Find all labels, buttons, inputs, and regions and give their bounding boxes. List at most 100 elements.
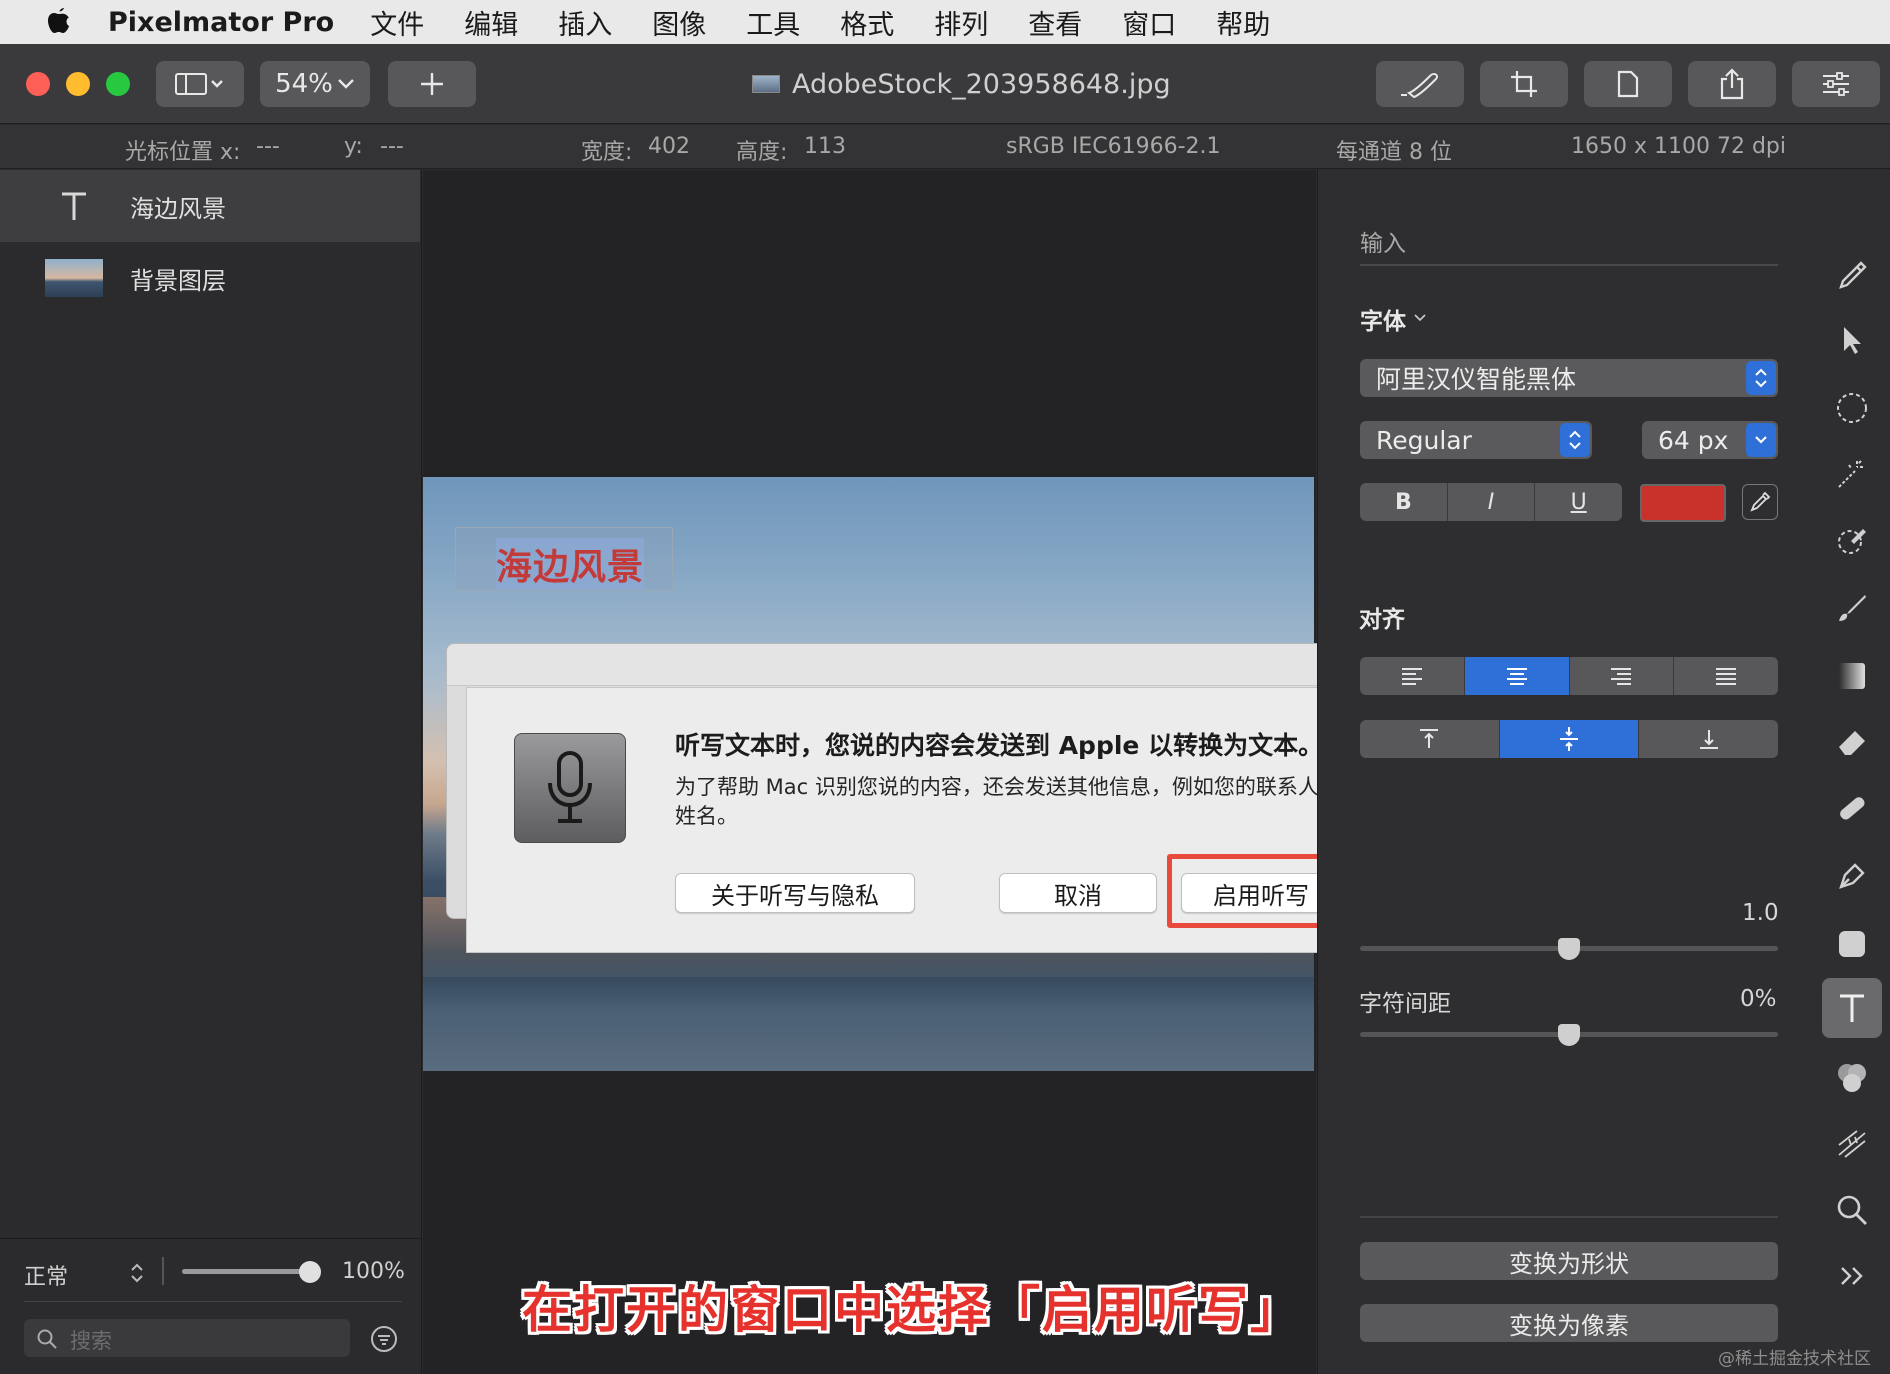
zoom-level: 54%: [275, 69, 333, 99]
zoom-window-button[interactable]: [106, 72, 130, 96]
font-size-field[interactable]: 64 px: [1642, 421, 1778, 459]
menu-bar: Pixelmator Pro 文件 编辑 插入 图像 工具 格式 排列 查看 窗…: [0, 0, 1890, 44]
search-icon: [37, 1329, 57, 1349]
document-icon: [1617, 70, 1639, 98]
horizontal-align-segmented: [1360, 657, 1778, 695]
justify-button[interactable]: [1674, 657, 1778, 695]
font-style-value: Regular: [1376, 425, 1472, 455]
paint-selection-tool-button[interactable]: [1832, 520, 1872, 560]
filter-icon[interactable]: [370, 1325, 398, 1353]
zoom-tool-button[interactable]: [1832, 1190, 1872, 1230]
close-window-button[interactable]: [26, 72, 50, 96]
distort-tool-button[interactable]: [1832, 1124, 1872, 1164]
menu-image[interactable]: 图像: [652, 3, 706, 42]
pen-tool-button[interactable]: [1832, 856, 1872, 896]
menu-arrange[interactable]: 排列: [934, 3, 988, 42]
layer-item-background[interactable]: 背景图层: [0, 242, 420, 314]
add-button[interactable]: [388, 61, 476, 107]
magnifier-icon: [1837, 1195, 1867, 1225]
selection-tool-button[interactable]: [1832, 388, 1872, 428]
text-layer-bounding-box[interactable]: 海边风景: [455, 527, 673, 591]
menu-window[interactable]: 窗口: [1122, 3, 1176, 42]
bandage-icon: [1840, 797, 1865, 820]
eraser-tool-button[interactable]: [1832, 722, 1872, 762]
zoom-popup-button[interactable]: 54%: [260, 61, 370, 107]
arrange-tool-button[interactable]: [1832, 320, 1872, 360]
italic-button[interactable]: I: [1448, 483, 1536, 521]
document-title: AdobeStock_203958648.jpg: [752, 66, 1171, 102]
text-style-segmented: B I U: [1360, 483, 1622, 521]
blend-mode-popup[interactable]: 正常: [24, 1259, 68, 1291]
image-dimensions: 1650 x 1100 72 dpi: [1571, 134, 1787, 159]
search-placeholder: 搜索: [70, 1329, 112, 1353]
color-circles-icon: [1838, 1064, 1866, 1092]
shape-tool-button[interactable]: [1832, 924, 1872, 964]
align-right-button[interactable]: [1570, 657, 1675, 695]
minimize-window-button[interactable]: [66, 72, 90, 96]
sidebar-icon: [175, 73, 223, 95]
menu-edit[interactable]: 编辑: [464, 3, 518, 42]
height-value: 113: [804, 134, 846, 159]
share-button[interactable]: [1688, 61, 1776, 107]
align-center-button[interactable]: [1464, 657, 1570, 695]
crop-button[interactable]: [1480, 61, 1568, 107]
updown-chevron-icon[interactable]: [130, 1261, 144, 1285]
sidebar-toggle-button[interactable]: [156, 61, 244, 107]
cursor-y-label: y:: [344, 134, 363, 159]
app-name-menu[interactable]: Pixelmator Pro: [108, 7, 334, 38]
eyedropper-button[interactable]: [1742, 484, 1778, 520]
chevron-down-icon: [1746, 423, 1776, 457]
watermark: @稀土掘金技术社区: [1718, 1349, 1871, 1369]
align-top-button[interactable]: [1360, 720, 1500, 758]
line-spacing-slider-knob[interactable]: [1558, 938, 1580, 960]
font-family-popup[interactable]: 阿里汉仪智能黑体: [1360, 359, 1778, 397]
align-bottom-icon: [1699, 730, 1718, 749]
cancel-button[interactable]: 取消: [999, 873, 1157, 913]
text-layer-icon: [44, 190, 104, 222]
align-left-button[interactable]: [1360, 657, 1465, 695]
type-tool-button[interactable]: [1822, 978, 1882, 1038]
height-label: 高度:: [736, 140, 788, 165]
more-tools-button[interactable]: [1832, 1256, 1872, 1296]
paint-tool-button[interactable]: [1376, 61, 1464, 107]
about-dictation-privacy-button[interactable]: 关于听写与隐私: [675, 873, 915, 913]
adjustments-button[interactable]: [1792, 61, 1880, 107]
menu-file[interactable]: 文件: [370, 3, 424, 42]
text-inspector: 输入 字体: [1317, 170, 1813, 1374]
bold-button[interactable]: B: [1360, 483, 1448, 521]
color-adjust-tool-button[interactable]: [1832, 1058, 1872, 1098]
layer-item-text[interactable]: 海边风景: [0, 170, 420, 242]
apple-menu-icon[interactable]: [40, 3, 78, 41]
gradient-icon: [1839, 663, 1865, 689]
retouch-tool-button[interactable]: [1832, 788, 1872, 828]
style-tool-button[interactable]: [1832, 256, 1872, 296]
menu-tools[interactable]: 工具: [746, 3, 800, 42]
align-middle-button[interactable]: [1499, 720, 1640, 758]
convert-to-pixels-button[interactable]: 变换为像素: [1360, 1304, 1778, 1342]
paint-tool-button[interactable]: [1832, 588, 1872, 628]
underline-button[interactable]: U: [1535, 483, 1622, 521]
layer-search-field[interactable]: 搜索: [24, 1319, 350, 1357]
format-button[interactable]: [1584, 61, 1672, 107]
microphone-icon: [514, 733, 626, 843]
font-family-value: 阿里汉仪智能黑体: [1376, 365, 1577, 394]
text-color-well[interactable]: [1640, 484, 1726, 522]
font-style-popup[interactable]: Regular: [1360, 421, 1592, 459]
chevron-down-icon[interactable]: [1414, 314, 1426, 322]
text-layer-content[interactable]: 海边风景: [496, 538, 645, 590]
input-label[interactable]: 输入: [1360, 224, 1406, 258]
font-section-label[interactable]: 字体: [1360, 302, 1406, 336]
opacity-slider[interactable]: [182, 1269, 310, 1274]
convert-to-shape-button[interactable]: 变换为形状: [1360, 1242, 1778, 1280]
align-center-icon: [1506, 668, 1527, 685]
menu-help[interactable]: 帮助: [1216, 3, 1270, 42]
magic-selection-tool-button[interactable]: [1832, 454, 1872, 494]
align-bottom-button[interactable]: [1639, 720, 1778, 758]
char-spacing-label: 字符间距: [1359, 991, 1451, 1017]
menu-view[interactable]: 查看: [1028, 3, 1082, 42]
opacity-slider-knob[interactable]: [299, 1261, 321, 1283]
menu-insert[interactable]: 插入: [558, 3, 612, 42]
gradient-tool-button[interactable]: [1832, 656, 1872, 696]
char-spacing-slider-knob[interactable]: [1558, 1024, 1580, 1046]
menu-format[interactable]: 格式: [840, 3, 894, 42]
